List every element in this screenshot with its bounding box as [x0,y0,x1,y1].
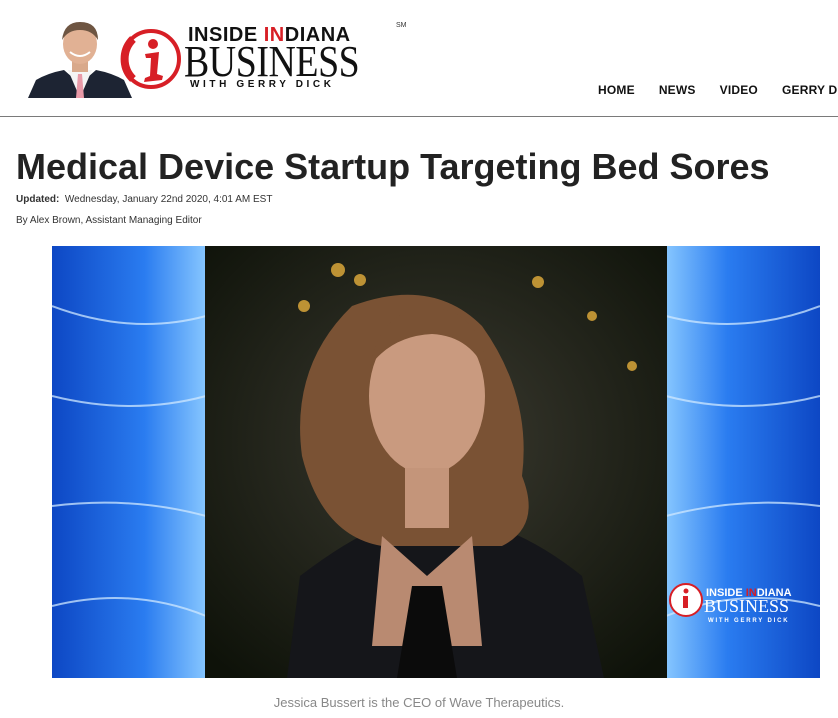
nav-home[interactable]: HOME [598,83,635,97]
article-title: Medical Device Startup Targeting Bed Sor… [16,146,770,187]
host-avatar [28,18,132,98]
brand-subtitle: WITH GERRY DICK [190,79,335,90]
brand-main-text: BUSINESS [184,37,360,86]
image-caption: Jessica Bussert is the CEO of Wave Thera… [273,695,565,710]
main-nav: HOME NEWS VIDEO GERRY DICK [598,83,838,97]
site-header: INSIDE INDIANA SM BUSINESS WITH GERRY DI… [0,0,838,117]
updated-label: Updated: [16,194,60,205]
watermark-main: BUSINESS [704,596,789,616]
watermark-sub: WITH GERRY DICK [708,618,789,624]
trademark-mark: SM [396,22,407,29]
article-video-image[interactable]: INSIDE INDIANA BUSINESS WITH GERRY DICK [52,246,820,678]
nav-video[interactable]: VIDEO [720,83,758,97]
brand-logo-icon[interactable] [118,27,188,91]
nav-gerry-dick[interactable]: GERRY DICK [782,83,838,97]
nav-news[interactable]: NEWS [659,83,696,97]
updated-date: Wednesday, January 22nd 2020, 4:01 AM ES… [64,194,273,205]
byline: By Alex Brown, Assistant Managing Editor [16,215,202,226]
updated-line: Updated: Wednesday, January 22nd 2020, 4… [16,194,272,205]
